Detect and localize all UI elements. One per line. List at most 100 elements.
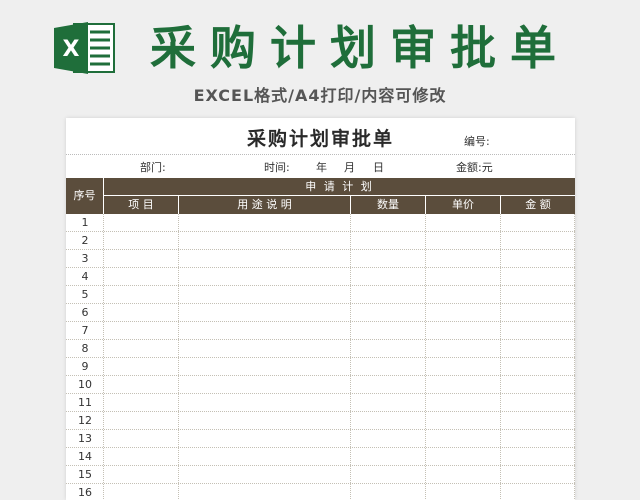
table-cell[interactable] — [66, 358, 104, 375]
table-cell[interactable] — [179, 412, 351, 429]
table-cell[interactable] — [104, 304, 179, 321]
table-cell[interactable] — [351, 340, 426, 357]
table-cell[interactable] — [426, 250, 501, 267]
table-cell[interactable] — [179, 430, 351, 447]
table-cell[interactable] — [351, 412, 426, 429]
table-cell[interactable] — [351, 358, 426, 375]
table-cell[interactable] — [66, 412, 104, 429]
table-cell[interactable] — [351, 322, 426, 339]
table-cell[interactable] — [179, 376, 351, 393]
table-cell[interactable] — [104, 250, 179, 267]
table-cell[interactable] — [104, 448, 179, 465]
table-cell[interactable] — [501, 376, 575, 393]
table-cell[interactable] — [66, 430, 104, 447]
table-cell[interactable] — [179, 268, 351, 285]
table-cell[interactable] — [501, 322, 575, 339]
table-cell[interactable] — [501, 430, 575, 447]
table-cell[interactable] — [426, 214, 501, 231]
table-cell[interactable] — [501, 232, 575, 249]
table-cell[interactable] — [426, 430, 501, 447]
table-cell[interactable] — [66, 448, 104, 465]
table-cell[interactable] — [351, 376, 426, 393]
table-cell[interactable] — [66, 394, 104, 411]
table-cell[interactable] — [426, 322, 501, 339]
table-cell[interactable] — [426, 286, 501, 303]
table-cell[interactable] — [351, 484, 426, 500]
table-cell[interactable] — [426, 484, 501, 500]
table-cell[interactable] — [104, 430, 179, 447]
table-cell[interactable] — [501, 304, 575, 321]
table-cell[interactable] — [351, 232, 426, 249]
table-cell[interactable] — [426, 358, 501, 375]
table-cell[interactable] — [104, 358, 179, 375]
table-cell[interactable] — [66, 250, 104, 267]
table-cell[interactable] — [66, 340, 104, 357]
table-cell[interactable] — [66, 268, 104, 285]
table-cell[interactable] — [104, 232, 179, 249]
table-cell[interactable] — [501, 412, 575, 429]
table-cell[interactable] — [179, 484, 351, 500]
table-cell[interactable] — [104, 268, 179, 285]
table-cell[interactable] — [179, 466, 351, 483]
table-cell[interactable] — [179, 250, 351, 267]
table-cell[interactable] — [351, 466, 426, 483]
table-row: 11 — [66, 394, 575, 412]
table-cell[interactable] — [179, 286, 351, 303]
table-cell[interactable] — [501, 214, 575, 231]
table-cell[interactable] — [66, 214, 104, 231]
table-cell[interactable] — [351, 214, 426, 231]
table-cell[interactable] — [179, 340, 351, 357]
table-cell[interactable] — [351, 304, 426, 321]
table-cell[interactable] — [179, 232, 351, 249]
table-cell[interactable] — [426, 394, 501, 411]
table-cell[interactable] — [66, 376, 104, 393]
table-cell[interactable] — [426, 466, 501, 483]
table-cell[interactable] — [501, 358, 575, 375]
table-cell[interactable] — [104, 484, 179, 500]
table-cell[interactable] — [426, 340, 501, 357]
table-cell[interactable] — [179, 322, 351, 339]
header-qty: 数量 — [351, 196, 426, 214]
table-cell[interactable] — [351, 448, 426, 465]
table-cell[interactable] — [426, 232, 501, 249]
table-cell[interactable] — [179, 358, 351, 375]
table-cell[interactable] — [66, 466, 104, 483]
table-cell[interactable] — [104, 322, 179, 339]
table-cell[interactable] — [501, 394, 575, 411]
table-cell[interactable] — [179, 448, 351, 465]
table-cell[interactable] — [426, 304, 501, 321]
table-row: 6 — [66, 304, 575, 322]
table-cell[interactable] — [66, 484, 104, 500]
table-cell[interactable] — [104, 394, 179, 411]
table-cell[interactable] — [179, 304, 351, 321]
banner: X 采购计划审批单 EXCEL格式/A4打印/内容可修改 — [0, 0, 640, 118]
table-cell[interactable] — [104, 340, 179, 357]
table-cell[interactable] — [426, 412, 501, 429]
table-cell[interactable] — [351, 394, 426, 411]
table-cell[interactable] — [66, 286, 104, 303]
table-cell[interactable] — [351, 268, 426, 285]
table-cell[interactable] — [426, 448, 501, 465]
table-cell[interactable] — [501, 466, 575, 483]
table-cell[interactable] — [501, 340, 575, 357]
table-cell[interactable] — [104, 214, 179, 231]
table-cell[interactable] — [501, 484, 575, 500]
table-cell[interactable] — [66, 322, 104, 339]
table-cell[interactable] — [179, 394, 351, 411]
table-cell[interactable] — [426, 268, 501, 285]
table-cell[interactable] — [66, 232, 104, 249]
table-cell[interactable] — [104, 286, 179, 303]
table-cell[interactable] — [501, 268, 575, 285]
table-cell[interactable] — [179, 214, 351, 231]
table-cell[interactable] — [426, 376, 501, 393]
table-cell[interactable] — [104, 376, 179, 393]
table-cell[interactable] — [351, 250, 426, 267]
table-cell[interactable] — [501, 286, 575, 303]
table-cell[interactable] — [501, 448, 575, 465]
table-cell[interactable] — [351, 286, 426, 303]
table-cell[interactable] — [66, 304, 104, 321]
table-cell[interactable] — [501, 250, 575, 267]
table-cell[interactable] — [351, 430, 426, 447]
table-cell[interactable] — [104, 466, 179, 483]
table-cell[interactable] — [104, 412, 179, 429]
